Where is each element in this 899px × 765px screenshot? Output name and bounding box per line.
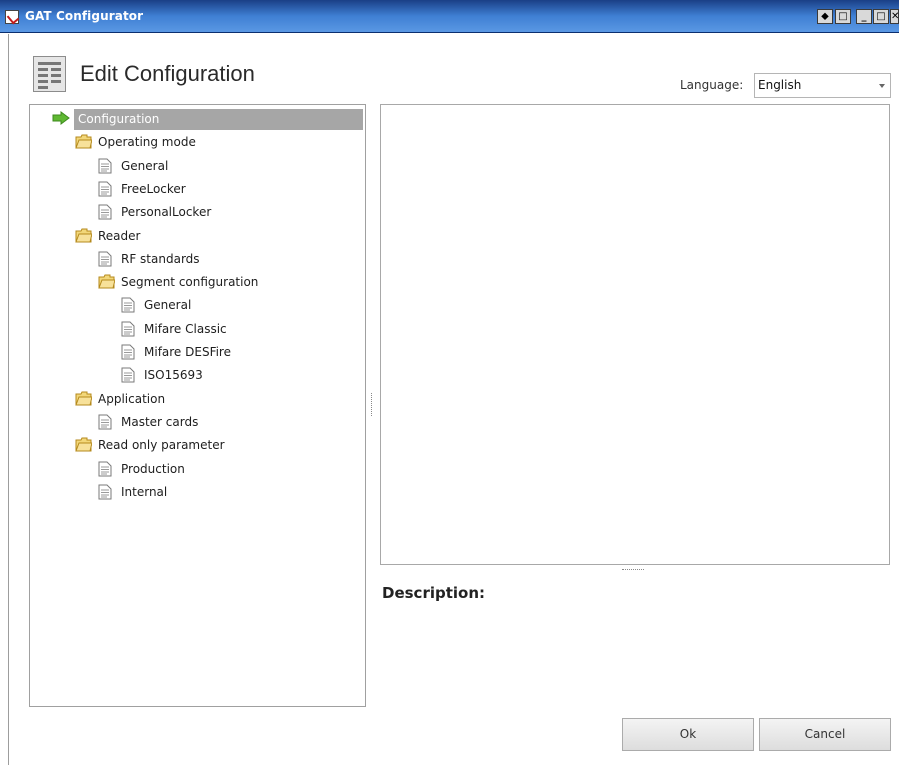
document-icon [121, 344, 135, 363]
document-icon [121, 367, 135, 386]
document-icon [98, 204, 112, 223]
tree-item-label: PersonalLocker [121, 205, 212, 220]
tree-item-label: FreeLocker [121, 181, 186, 196]
tree-item-label: Configuration [78, 112, 160, 126]
document-icon [98, 414, 112, 433]
language-select[interactable]: English [754, 73, 891, 98]
folder-icon [98, 274, 116, 292]
configuration-content-panel [380, 104, 890, 565]
document-icon [98, 158, 112, 177]
pin-button[interactable]: ⬥ [817, 9, 833, 24]
tree-item-label: Reader [98, 228, 141, 243]
tree-item-label: Production [121, 461, 185, 476]
app-icon [5, 10, 19, 24]
tree-item-label: Mifare DESFire [144, 345, 231, 359]
document-icon [98, 461, 112, 480]
folder-icon [75, 134, 93, 152]
tree-item-label: RF standards [121, 251, 200, 266]
maximize-button[interactable]: □ [873, 9, 889, 24]
ok-button[interactable]: Ok [622, 718, 754, 751]
document-icon [121, 297, 135, 316]
tree-item-label: Segment configuration [121, 275, 259, 290]
vertical-splitter[interactable] [371, 393, 372, 416]
document-icon [121, 321, 135, 340]
folder-icon [75, 391, 93, 409]
tree-item-label: Operating mode [98, 135, 196, 150]
tree-item-label: ISO15693 [144, 368, 203, 383]
close-button[interactable]: ✕ [890, 9, 899, 24]
language-label: Language: [680, 78, 744, 92]
title-bar[interactable]: GAT Configurator ⬥ □ _ □ ✕ [0, 0, 899, 33]
folder-icon [75, 437, 93, 455]
configuration-icon [33, 56, 66, 92]
folder-icon [75, 228, 93, 246]
document-icon [98, 181, 112, 200]
language-selected-value: English [758, 78, 802, 92]
tree-item-label: General [121, 158, 169, 173]
tree-item-label: General [144, 298, 192, 313]
arrow-right-icon [52, 111, 70, 128]
tree-item-label: Application [98, 391, 166, 406]
configuration-tree[interactable]: Configuration Operating mode General FreeLo… [29, 104, 366, 707]
tree-item-label: Internal [121, 484, 168, 499]
document-icon [98, 251, 112, 270]
document-icon [98, 484, 112, 503]
restore-panel-button[interactable]: □ [835, 9, 851, 24]
tree-item-label: Read only parameter [98, 438, 225, 453]
cancel-button[interactable]: Cancel [759, 718, 891, 751]
chevron-down-icon[interactable] [879, 84, 885, 88]
tree-item-label: Master cards [121, 414, 199, 429]
window-title: GAT Configurator [25, 9, 144, 23]
horizontal-splitter[interactable] [622, 569, 644, 570]
minimize-button[interactable]: _ [856, 9, 872, 24]
description-label: Description: [382, 584, 486, 602]
tree-item-label: Mifare Classic [144, 321, 227, 336]
page-title: Edit Configuration [80, 61, 255, 86]
